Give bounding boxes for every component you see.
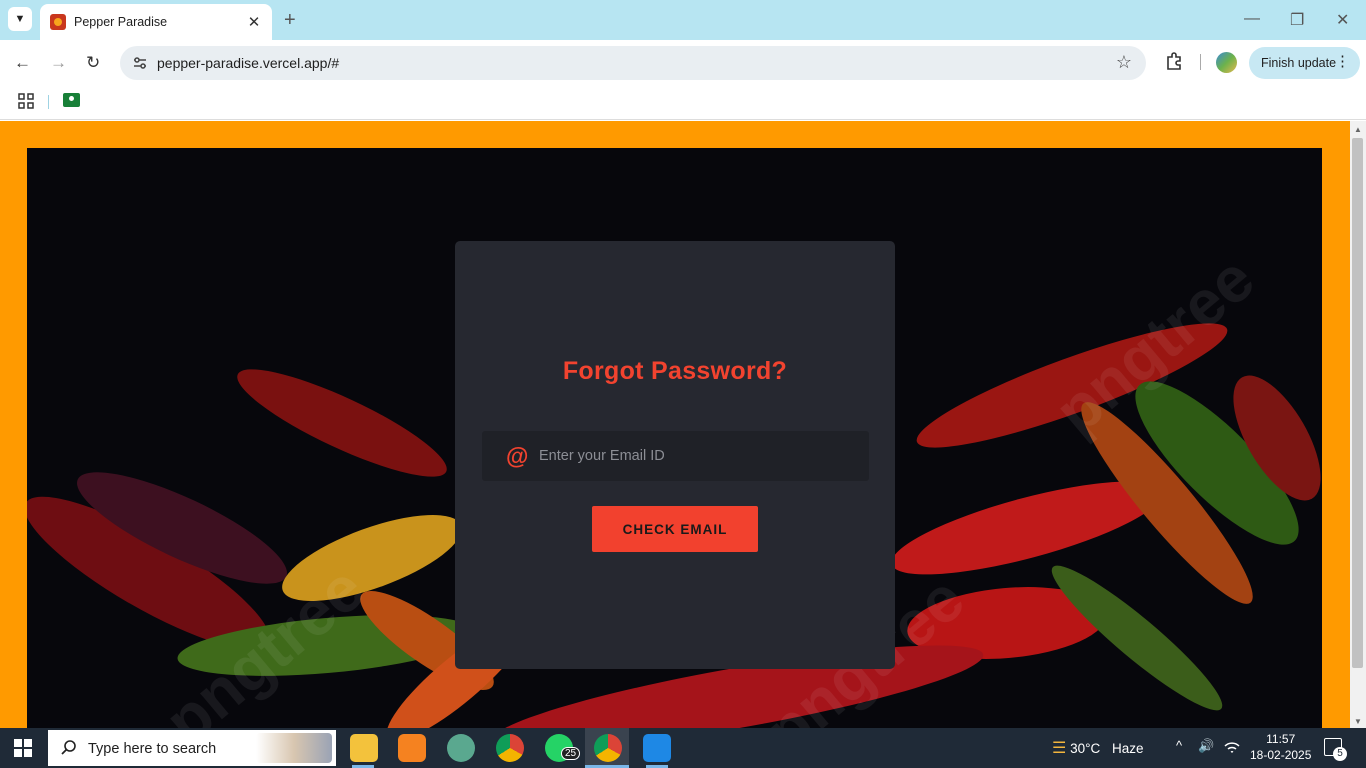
weather-haze-icon: ☰ — [1052, 740, 1067, 757]
page-viewport: pngtree pngtree pngtree Forgot Password?… — [0, 121, 1350, 728]
peppers-background-image: pngtree pngtree pngtree Forgot Password?… — [27, 148, 1322, 728]
new-tab-button[interactable]: + — [284, 10, 296, 30]
forward-button[interactable]: → — [50, 53, 67, 73]
bookmark-divider — [48, 95, 49, 109]
check-email-button[interactable]: CHECK EMAIL — [592, 506, 758, 552]
address-bar[interactable]: pepper-paradise.vercel.app/# ☆ — [120, 46, 1146, 80]
notification-count-badge: 5 — [1333, 747, 1347, 761]
page-scrollbar[interactable]: ▲ ▼ — [1350, 121, 1366, 728]
browser-toolbar: ← → ↻ pepper-paradise.vercel.app/# ☆ — [0, 40, 1366, 86]
windows-taskbar: Type here to search 25 ☰ 30°C Haze ^ 🔊 1… — [0, 728, 1366, 768]
chrome-profile-icon[interactable] — [594, 734, 622, 762]
file-explorer-icon[interactable] — [350, 734, 378, 762]
whatsapp-unread-badge: 25 — [561, 747, 581, 760]
at-sign-icon: @ — [506, 443, 529, 469]
scroll-down-arrow-icon[interactable]: ▼ — [1354, 717, 1362, 726]
apps-grid-icon[interactable] — [18, 93, 34, 109]
pepper-favicon-icon — [50, 14, 66, 30]
profile-avatar[interactable] — [1216, 52, 1237, 73]
tab-title: Pepper Paradise — [74, 15, 168, 29]
bookmark-star-icon[interactable]: ☆ — [1116, 52, 1132, 73]
bookmarks-bar — [0, 86, 1366, 120]
clock-time: 11:57 — [1266, 732, 1296, 746]
xampp-icon[interactable] — [398, 734, 426, 762]
weather-widget[interactable]: ☰ 30°C Haze — [1052, 738, 1144, 758]
finish-update-label: Finish update — [1261, 56, 1337, 70]
restore-button[interactable]: ❐ — [1290, 10, 1304, 30]
reload-button[interactable]: ↻ — [86, 53, 100, 73]
volume-icon[interactable]: 🔊 — [1198, 738, 1214, 754]
taskbar-search-box[interactable]: Type here to search — [48, 730, 336, 766]
toolbar-divider — [1200, 54, 1201, 70]
close-window-button[interactable]: ✕ — [1336, 10, 1349, 30]
pepper-shape — [227, 351, 457, 495]
minimize-button[interactable]: — — [1244, 10, 1260, 28]
clock-date: 18-02-2025 — [1250, 748, 1312, 762]
weather-temp: 30°C — [1070, 741, 1101, 756]
scroll-thumb[interactable] — [1352, 138, 1363, 668]
back-button[interactable]: ← — [14, 53, 31, 73]
email-input[interactable] — [537, 443, 847, 469]
search-highlight-image — [256, 733, 332, 763]
show-hidden-icons-chevron-icon[interactable]: ^ — [1176, 738, 1182, 753]
forgot-password-card: Forgot Password? @ CHECK EMAIL — [455, 241, 895, 669]
windows-start-icon[interactable] — [14, 739, 32, 757]
google-classroom-bookmark-icon[interactable] — [63, 93, 80, 107]
email-field: @ — [482, 431, 869, 481]
screen: ▼ Pepper Paradise ✕ + — ❐ ✕ ← → ↻ pepper… — [0, 0, 1366, 768]
network-icon[interactable] — [1224, 740, 1240, 756]
search-icon — [61, 740, 76, 755]
close-tab-icon[interactable]: ✕ — [246, 13, 262, 31]
vscode-icon[interactable] — [643, 734, 671, 762]
site-settings-icon[interactable] — [132, 55, 148, 71]
tab-search-button[interactable]: ▼ — [8, 7, 32, 31]
url-text: pepper-paradise.vercel.app/# — [157, 55, 340, 71]
chrome-icon[interactable] — [496, 734, 524, 762]
chatgpt-icon[interactable] — [447, 734, 475, 762]
browser-tab[interactable]: Pepper Paradise ✕ — [40, 4, 272, 40]
chevron-down-icon: ▼ — [14, 13, 26, 25]
scroll-up-arrow-icon[interactable]: ▲ — [1354, 125, 1362, 134]
finish-update-button[interactable]: Finish update ⋮ — [1249, 47, 1360, 79]
search-placeholder: Type here to search — [88, 741, 217, 757]
weather-condition: Haze — [1112, 741, 1144, 756]
menu-kebab-icon[interactable]: ⋮ — [1335, 54, 1350, 70]
page-title: Forgot Password? — [562, 357, 788, 385]
tab-strip: ▼ Pepper Paradise ✕ + — ❐ ✕ — [0, 0, 1366, 40]
system-clock[interactable]: 11:57 18-02-2025 — [1250, 731, 1311, 763]
extensions-icon[interactable] — [1164, 51, 1184, 71]
